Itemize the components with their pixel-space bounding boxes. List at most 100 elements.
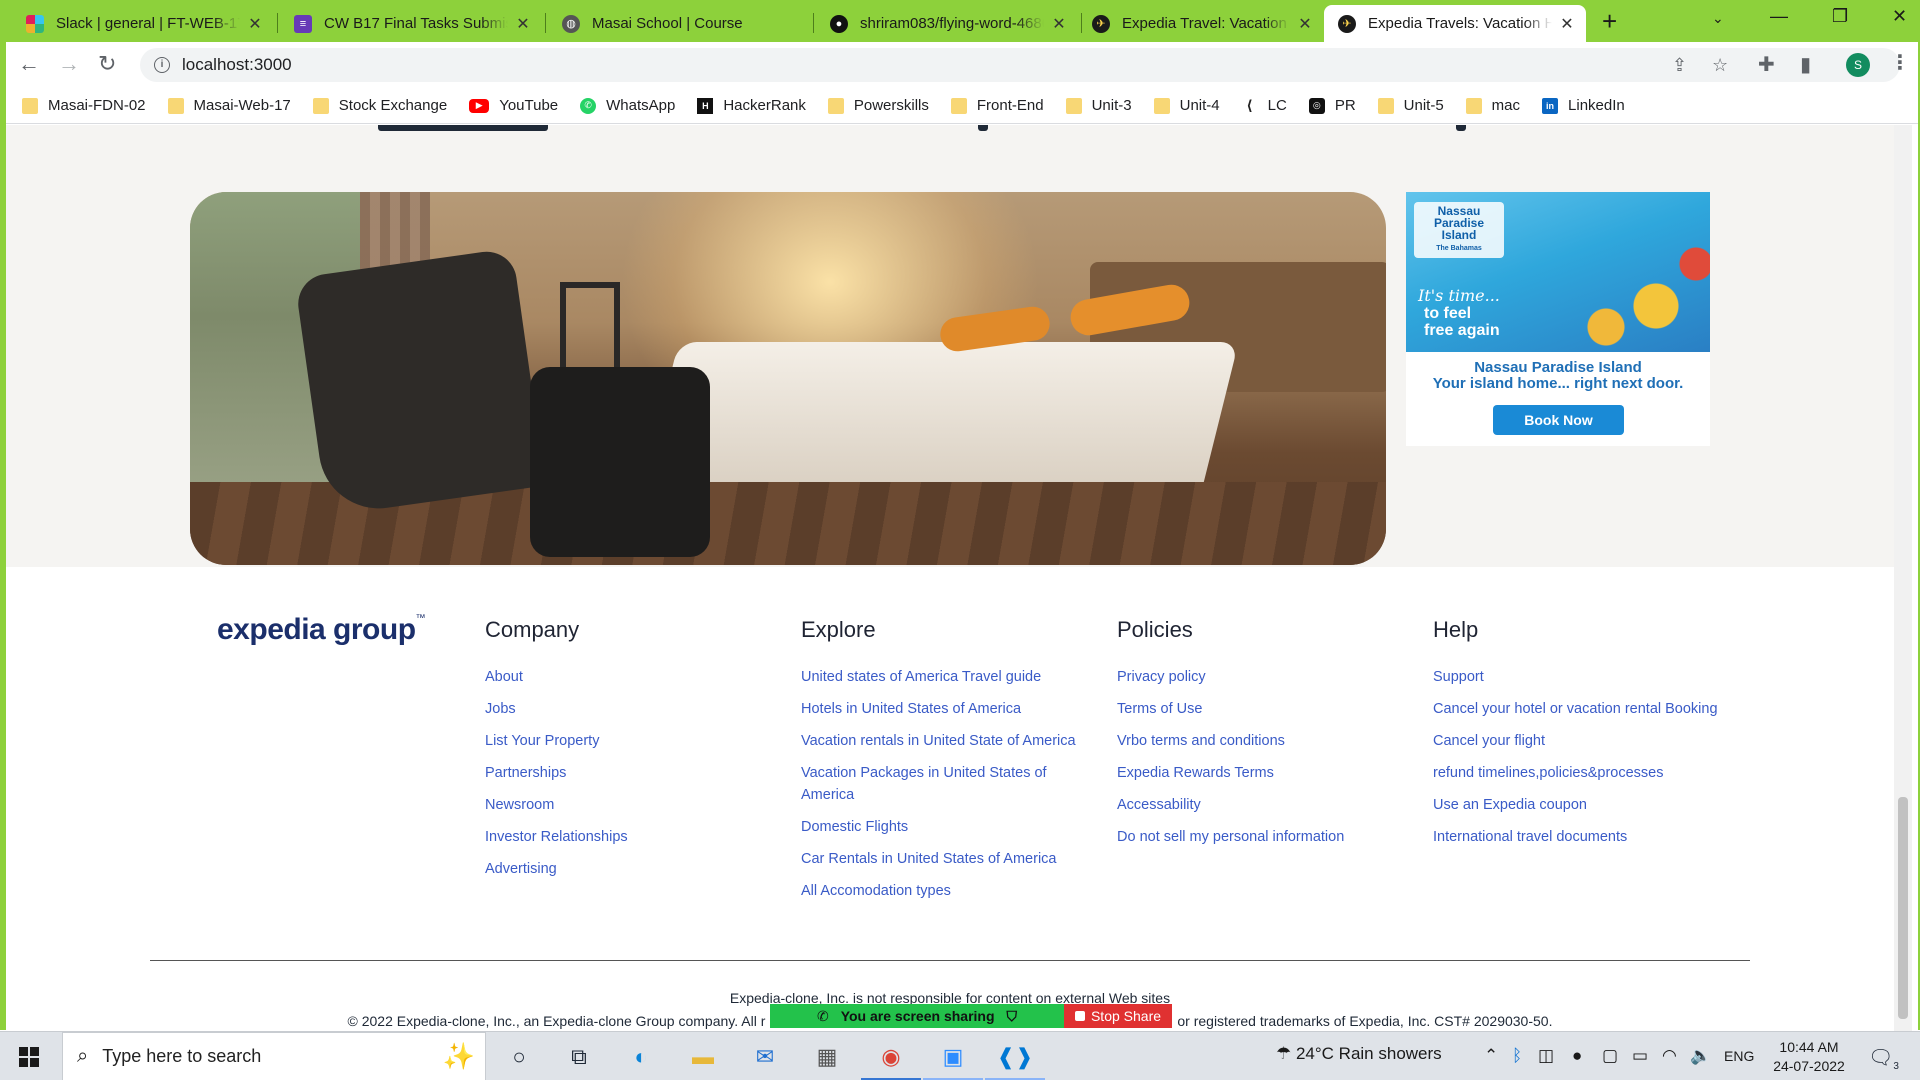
menu-icon[interactable]: ⋮	[1890, 50, 1910, 75]
footer-link[interactable]: All Accomodation types	[801, 880, 1091, 902]
restore-icon[interactable]: ❐	[1832, 6, 1848, 27]
bookmark-unit-5[interactable]: Unit-5	[1377, 97, 1444, 114]
page-scrollbar[interactable]	[1894, 125, 1912, 1031]
footer-link[interactable]: Vrbo terms and conditions	[1117, 730, 1344, 752]
close-icon[interactable]: ✕	[514, 14, 532, 34]
book-now-button[interactable]: Book Now	[1493, 405, 1624, 435]
address-bar[interactable]: i localhost:3000	[140, 48, 1900, 82]
bookmark-linkedin[interactable]: in LinkedIn	[1542, 97, 1625, 114]
tray-overflow-icon[interactable]: ⌃	[1484, 1046, 1498, 1066]
zoom-icon[interactable]: ▣	[936, 1040, 970, 1074]
footer-link[interactable]: Vacation rentals in United State of Amer…	[801, 730, 1091, 752]
screen-share-status[interactable]: ✆ You are screen sharing ⛉	[770, 1004, 1064, 1028]
tab-slack[interactable]: Slack | general | FT-WEB-17 ✕	[12, 5, 274, 42]
weather-widget[interactable]: ☂ 24°C Rain showers	[1276, 1044, 1442, 1064]
bookmark-mac[interactable]: mac	[1465, 97, 1520, 114]
bookmark-masai-web[interactable]: Masai-Web-17	[167, 97, 291, 114]
back-icon[interactable]: ←	[18, 52, 40, 76]
close-icon[interactable]: ✕	[1296, 14, 1314, 34]
close-icon[interactable]: ✕	[246, 14, 264, 34]
battery-icon[interactable]: ▭	[1632, 1046, 1648, 1066]
bookmark-powerskills[interactable]: Powerskills	[827, 97, 929, 114]
footer-link[interactable]: Use an Expedia coupon	[1433, 794, 1718, 816]
edge-icon[interactable]: ◐	[624, 1040, 658, 1074]
bookmark-lc[interactable]: ⟨ LC	[1242, 97, 1286, 114]
taskbar-search[interactable]: ⌕ Type here to search ✨	[62, 1032, 486, 1080]
bookmark-pr[interactable]: ◎ PR	[1308, 97, 1356, 114]
footer-link[interactable]: Newsroom	[485, 794, 628, 816]
bookmark-front-end[interactable]: Front-End	[950, 97, 1044, 114]
expedia-group-logo[interactable]: expedia group™	[217, 613, 426, 647]
footer-link[interactable]: Expedia Rewards Terms	[1117, 762, 1344, 784]
tab-search-icon[interactable]: ⌄	[1712, 10, 1724, 27]
cropped-heading-text	[1456, 125, 1466, 131]
tab-expedia[interactable]: ✈ Expedia Travel: Vacation Homes ✕	[1078, 5, 1324, 42]
clock[interactable]: 10:44 AM 24-07-2022	[1764, 1038, 1854, 1076]
footer-link[interactable]: Car Rentals in United States of America	[801, 848, 1091, 870]
footer-link[interactable]: refund timelines,policies&processes	[1433, 762, 1718, 784]
footer-link[interactable]: Jobs	[485, 698, 628, 720]
windows-start-icon[interactable]	[19, 1047, 39, 1067]
new-tab-button[interactable]: +	[1602, 8, 1617, 34]
tab-forms[interactable]: ≡ CW B17 Final Tasks Submission ✕	[280, 5, 542, 42]
footer-link[interactable]: Support	[1433, 666, 1718, 688]
bookmark-youtube[interactable]: ▶ YouTube	[469, 97, 558, 114]
footer-link[interactable]: Privacy policy	[1117, 666, 1344, 688]
footer-link[interactable]: Accessability	[1117, 794, 1344, 816]
language-indicator[interactable]: ENG	[1724, 1048, 1754, 1064]
bookmark-unit-3[interactable]: Unit-3	[1065, 97, 1132, 114]
task-view-icon[interactable]: ⧉	[562, 1040, 596, 1074]
footer-link[interactable]: Terms of Use	[1117, 698, 1344, 720]
calculator-icon[interactable]: ▦	[810, 1040, 844, 1074]
footer-link[interactable]: Do not sell my personal information	[1117, 826, 1344, 848]
tab-masai[interactable]: ◍ Masai School | Course	[548, 5, 810, 42]
volume-icon[interactable]: 🔈	[1690, 1046, 1711, 1066]
chrome-icon[interactable]: ◉	[874, 1040, 908, 1074]
share-icon[interactable]: ⇪	[1672, 55, 1687, 76]
bookmark-hackerrank[interactable]: H HackerRank	[697, 97, 806, 114]
footer-link[interactable]: Cancel your flight	[1433, 730, 1718, 752]
info-icon[interactable]: i	[154, 57, 170, 73]
forward-icon[interactable]: →	[58, 52, 80, 76]
mail-icon[interactable]: ✉	[748, 1040, 782, 1074]
bookmark-unit-4[interactable]: Unit-4	[1153, 97, 1220, 114]
reload-icon[interactable]: ↻	[98, 52, 116, 76]
bookmark-whatsapp[interactable]: ✆ WhatsApp	[580, 97, 675, 114]
tab-separator	[277, 13, 278, 33]
footer-link[interactable]: About	[485, 666, 628, 688]
tab-expedia-active[interactable]: ✈ Expedia Travels: Vacation Homes ✕	[1324, 5, 1586, 42]
footer-link[interactable]: Domestic Flights	[801, 816, 1091, 838]
close-icon[interactable]: ✕	[1050, 14, 1068, 34]
star-icon[interactable]: ☆	[1712, 55, 1728, 76]
footer-link[interactable]: Investor Relationships	[485, 826, 628, 848]
minimize-icon[interactable]: —	[1770, 6, 1788, 27]
nassau-ad-banner[interactable]: Nassau Paradise Island The Bahamas It's …	[1406, 192, 1710, 446]
cortana-icon[interactable]: ○	[502, 1040, 536, 1074]
footer-link[interactable]: Advertising	[485, 858, 628, 880]
footer-link[interactable]: Vacation Packages in United States of Am…	[801, 762, 1091, 806]
footer-link[interactable]: International travel documents	[1433, 826, 1718, 848]
tab-github[interactable]: ● shriram083/flying-word-4686 ✕	[816, 5, 1078, 42]
avatar[interactable]: S	[1846, 53, 1870, 77]
side-panel-icon[interactable]: ▮	[1800, 52, 1811, 77]
notification-center-icon[interactable]: 🗨3	[1868, 1045, 1899, 1072]
vscode-icon[interactable]: ❰❱	[997, 1040, 1034, 1074]
microphone-icon[interactable]: ●	[1572, 1046, 1582, 1066]
footer-link[interactable]: Partnerships	[485, 762, 628, 784]
close-icon[interactable]: ✕	[1558, 14, 1576, 34]
close-window-icon[interactable]: ✕	[1892, 6, 1907, 27]
footer-link[interactable]: United states of America Travel guide	[801, 666, 1091, 688]
camera-icon[interactable]: ◫	[1538, 1046, 1554, 1066]
wifi-icon[interactable]: ◠	[1662, 1046, 1677, 1066]
footer-link[interactable]: List Your Property	[485, 730, 628, 752]
bookmark-masai-fdn[interactable]: Masai-FDN-02	[22, 97, 146, 114]
bookmark-stock-exchange[interactable]: Stock Exchange	[312, 97, 447, 114]
bluetooth-icon[interactable]: ᛒ	[1512, 1046, 1522, 1066]
scrollbar-thumb[interactable]	[1898, 797, 1908, 1019]
extensions-icon[interactable]: ✚	[1758, 52, 1775, 77]
meet-now-icon[interactable]: ▢	[1602, 1046, 1618, 1066]
footer-link[interactable]: Hotels in United States of America	[801, 698, 1091, 720]
stop-share-button[interactable]: Stop Share	[1064, 1004, 1172, 1028]
footer-link[interactable]: Cancel your hotel or vacation rental Boo…	[1433, 698, 1718, 720]
file-explorer-icon[interactable]: ▬	[686, 1040, 720, 1074]
